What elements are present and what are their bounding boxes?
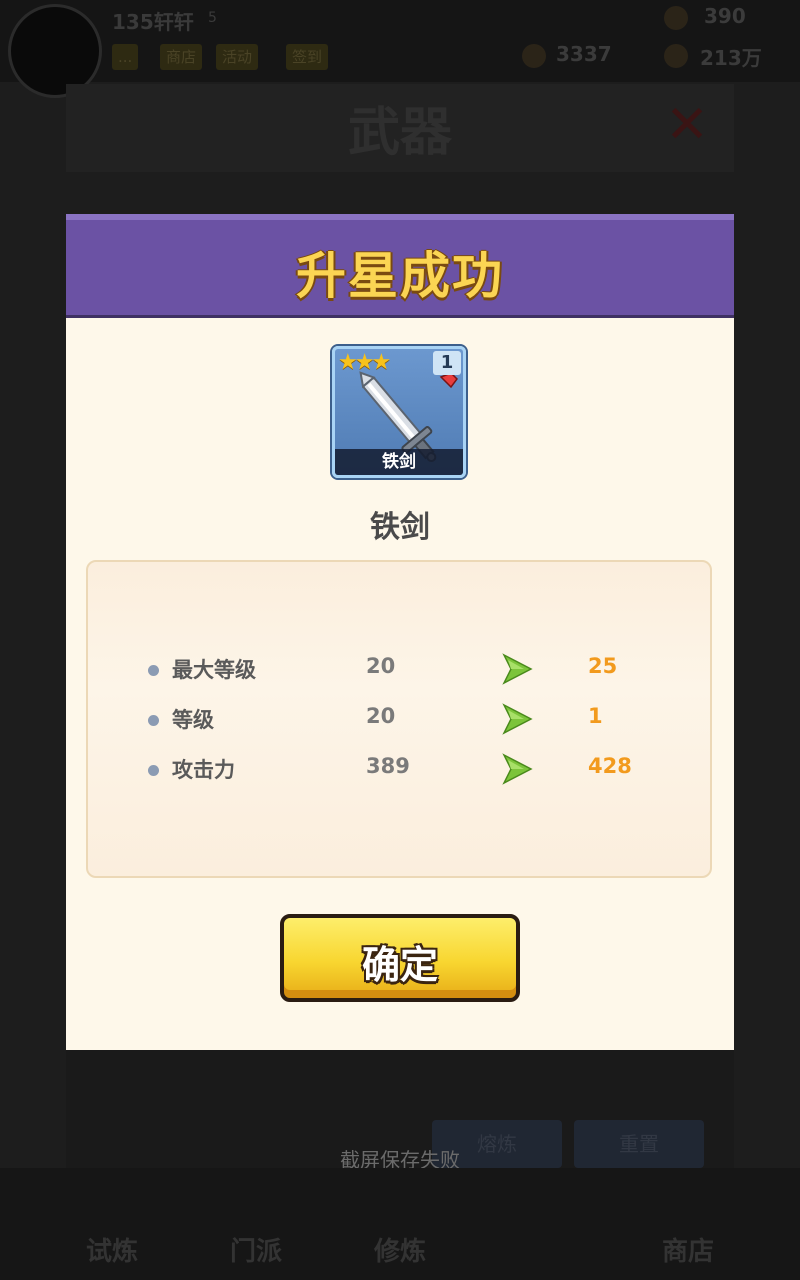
item-card-label: 铁剑 bbox=[335, 449, 463, 475]
bullet-icon bbox=[148, 715, 159, 726]
stat-new-value: 25 bbox=[588, 654, 618, 678]
arrow-right-icon bbox=[502, 703, 533, 735]
nav-cultivate: 修炼 bbox=[330, 1190, 470, 1280]
confirm-button-label: 确定 bbox=[361, 943, 438, 987]
stat-label: 攻击力 bbox=[172, 758, 235, 782]
nav-cultivate-label: 修炼 bbox=[373, 1237, 426, 1267]
gold-icon bbox=[664, 44, 688, 68]
close-icon: ✕ bbox=[665, 95, 709, 155]
energy-icon bbox=[664, 6, 688, 30]
stat-old-value: 389 bbox=[366, 754, 410, 778]
stat-new-value: 1 bbox=[588, 704, 603, 728]
stats-panel: 最大等级 20 25 等级 20 1 攻击力 389 428 bbox=[86, 560, 712, 878]
gold-value: 213万 bbox=[700, 46, 762, 70]
stat-row-level: 等级 20 1 bbox=[88, 700, 714, 740]
bullet-icon bbox=[148, 765, 159, 776]
dialog-header: 升星成功 bbox=[66, 214, 734, 318]
item-card: ★★★ 1 铁剑 bbox=[332, 346, 466, 478]
item-count-badge: 1 bbox=[433, 351, 461, 375]
stat-label: 等级 bbox=[172, 708, 214, 732]
confirm-button[interactable]: 确定 bbox=[280, 914, 520, 1002]
gem-value: 3337 bbox=[556, 42, 612, 66]
stat-new-value: 428 bbox=[588, 754, 632, 778]
arrow-right-icon bbox=[502, 653, 533, 685]
bullet-icon bbox=[148, 665, 159, 676]
stat-row-attack: 攻击力 389 428 bbox=[88, 750, 714, 790]
stat-old-value: 20 bbox=[366, 654, 396, 678]
nav-battle bbox=[474, 1190, 614, 1280]
stat-old-value: 20 bbox=[366, 704, 396, 728]
star-rating: ★★★ bbox=[338, 350, 391, 375]
dialog-title: 升星成功 bbox=[296, 247, 504, 305]
star-up-dialog: 升星成功 ★★★ 1 铁剑 铁剑 最大等级 20 25 等级 20 1 攻击力 … bbox=[66, 214, 734, 1050]
stat-label: 最大等级 bbox=[172, 658, 256, 682]
stat-row-max-level: 最大等级 20 25 bbox=[88, 650, 714, 690]
gem-icon bbox=[522, 44, 546, 68]
energy-value: 390 bbox=[704, 4, 746, 28]
nav-sect: 门派 bbox=[186, 1190, 326, 1280]
top-tag-shop: 商店 bbox=[160, 44, 203, 70]
arrow-right-icon bbox=[502, 753, 533, 785]
top-tag-signin: 签到 bbox=[286, 44, 329, 70]
player-level: 5 bbox=[208, 10, 217, 26]
nav-sect-label: 门派 bbox=[229, 1237, 282, 1267]
top-tag-event: 活动 bbox=[216, 44, 259, 70]
nav-shop-label: 商店 bbox=[661, 1237, 714, 1267]
nav-shop: 商店 bbox=[618, 1190, 758, 1280]
nav-trial: 试炼 bbox=[42, 1190, 182, 1280]
player-name: 135轩轩 bbox=[112, 10, 194, 34]
nav-trial-label: 试炼 bbox=[85, 1237, 138, 1267]
item-name: 铁剑 bbox=[370, 510, 430, 545]
top-tag-1: ... bbox=[112, 44, 139, 70]
